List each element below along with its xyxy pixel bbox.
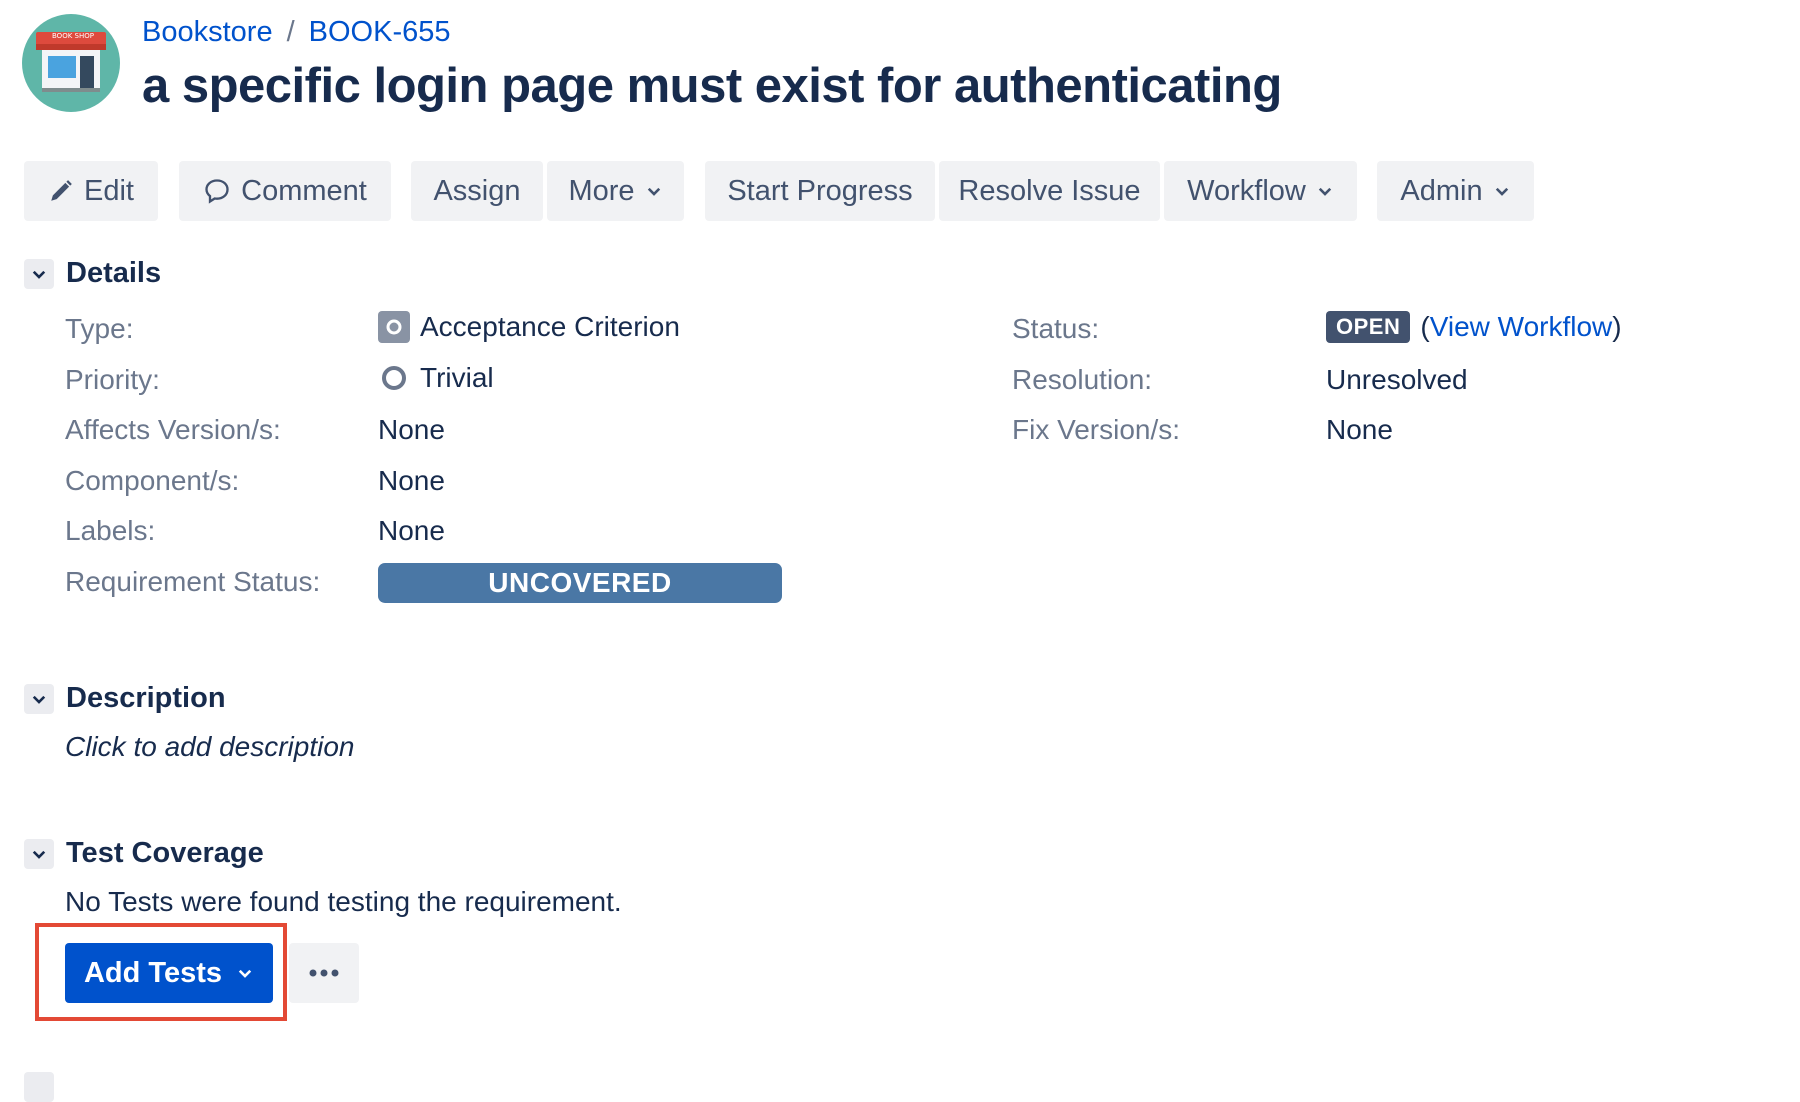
chevron-down-icon xyxy=(32,850,46,859)
next-section-collapse-toggle[interactable] xyxy=(24,1072,54,1102)
breadcrumb-separator: / xyxy=(286,16,295,48)
affects-version-label: Affects Version/s: xyxy=(65,414,281,445)
type-value: Acceptance Criterion xyxy=(378,311,680,343)
requirement-status-badge: UNCOVERED xyxy=(378,563,782,603)
more-button-label: More xyxy=(568,174,635,207)
workflow-button[interactable]: Workflow xyxy=(1164,161,1357,221)
chevron-down-icon xyxy=(1318,187,1332,196)
resolve-issue-button[interactable]: Resolve Issue xyxy=(939,161,1160,221)
status-value: OPEN (View Workflow) xyxy=(1326,311,1622,343)
fix-version-value: None xyxy=(1326,414,1393,445)
pencil-icon xyxy=(51,180,72,201)
details-title: Details xyxy=(66,257,162,289)
component-label: Component/s: xyxy=(65,465,240,496)
priority-value: Trivial xyxy=(378,362,494,394)
resolution-label: Resolution: xyxy=(1012,364,1153,395)
edit-button-label: Edit xyxy=(84,174,134,207)
breadcrumb: Bookstore / BOOK-655 xyxy=(142,16,450,49)
chevron-down-icon xyxy=(1495,187,1508,196)
type-label: Type: xyxy=(65,313,134,344)
assign-button-label: Assign xyxy=(433,174,521,207)
test-coverage-message: No Tests were found testing the requirem… xyxy=(65,886,622,917)
status-badge: OPEN xyxy=(1326,311,1411,343)
highlight-box xyxy=(35,923,287,1021)
trivial-priority-icon xyxy=(382,366,406,390)
description-section-header[interactable]: Description xyxy=(24,682,226,715)
avatar-sign-text: BOOK SHOP xyxy=(52,32,94,40)
component-value: None xyxy=(378,465,445,496)
ellipsis-icon xyxy=(309,969,339,977)
requirement-status-label: Requirement Status: xyxy=(65,566,321,597)
description-title: Description xyxy=(66,682,226,714)
status-label: Status: xyxy=(1012,313,1100,344)
edit-button[interactable]: Edit xyxy=(24,161,158,221)
resolution-value: Unresolved xyxy=(1326,364,1468,395)
page-title: a specific login page must exist for aut… xyxy=(142,59,1282,113)
comment-icon xyxy=(205,179,229,204)
test-coverage-collapse-toggle[interactable] xyxy=(24,838,54,869)
affects-version-value: None xyxy=(378,414,445,445)
breadcrumb-project-link[interactable]: Bookstore xyxy=(142,16,273,49)
start-progress-button[interactable]: Start Progress xyxy=(705,161,935,221)
more-button[interactable]: More xyxy=(547,161,684,221)
start-progress-button-label: Start Progress xyxy=(727,174,913,207)
view-workflow-open-paren: ( xyxy=(1420,311,1430,342)
test-coverage-section-header[interactable]: Test Coverage xyxy=(24,837,264,870)
details-section-header[interactable]: Details xyxy=(24,257,161,290)
resolve-issue-button-label: Resolve Issue xyxy=(958,174,1141,207)
labels-value: None xyxy=(378,515,445,546)
view-workflow-link[interactable]: View Workflow xyxy=(1430,311,1613,343)
fix-version-label: Fix Version/s: xyxy=(1012,414,1181,445)
details-collapse-toggle[interactable] xyxy=(24,258,54,289)
priority-label: Priority: xyxy=(65,364,160,395)
test-coverage-title: Test Coverage xyxy=(66,837,264,869)
breadcrumb-issue-key-link[interactable]: BOOK-655 xyxy=(309,16,451,49)
description-placeholder[interactable]: Click to add description xyxy=(65,731,354,763)
acceptance-criterion-icon xyxy=(378,311,410,343)
labels-label: Labels: xyxy=(65,515,156,546)
comment-button-label: Comment xyxy=(241,174,367,207)
priority-value-text: Trivial xyxy=(420,362,494,393)
chevron-down-icon xyxy=(647,187,660,196)
view-workflow-close-paren: ) xyxy=(1612,311,1622,342)
type-value-text: Acceptance Criterion xyxy=(420,311,680,342)
workflow-button-label: Workflow xyxy=(1187,174,1306,207)
admin-button-label: Admin xyxy=(1400,174,1483,207)
comment-button[interactable]: Comment xyxy=(179,161,391,221)
assign-button[interactable]: Assign xyxy=(411,161,543,221)
more-actions-button[interactable] xyxy=(289,943,359,1003)
project-avatar[interactable]: BOOK SHOP xyxy=(22,14,120,112)
chevron-down-icon xyxy=(32,270,46,279)
admin-button[interactable]: Admin xyxy=(1377,161,1534,221)
chevron-down-icon xyxy=(32,695,46,704)
description-collapse-toggle[interactable] xyxy=(24,683,54,714)
